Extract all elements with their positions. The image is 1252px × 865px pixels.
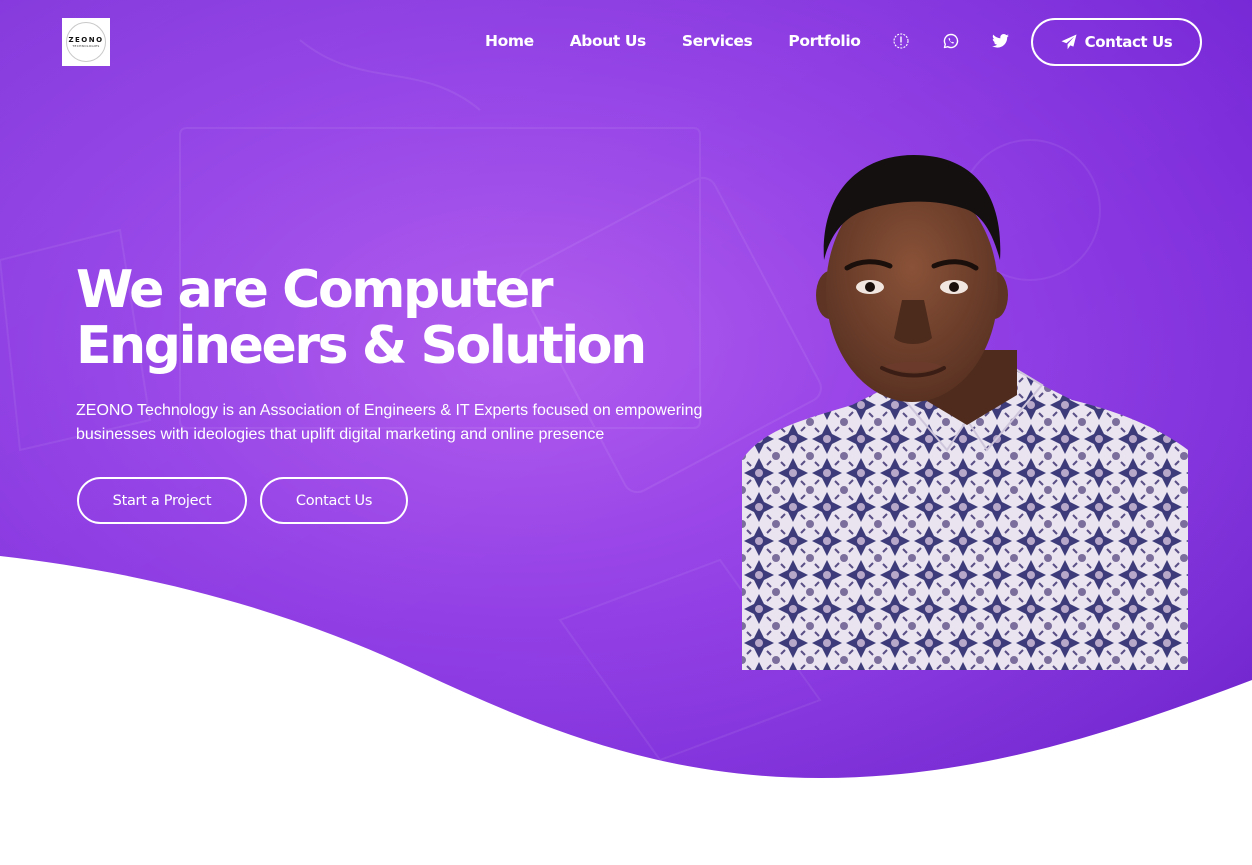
nav-portfolio-link[interactable]: Portfolio (788, 32, 861, 50)
main-nav: Home About Us Services Portfolio (485, 28, 1010, 54)
hero-section: ZEONO TECHNOLOGIES Home About Us Service… (0, 0, 1252, 865)
nav-home-link[interactable]: Home (485, 32, 534, 50)
logo-subtext: TECHNOLOGIES (72, 44, 100, 48)
hero-contact-button[interactable]: Contact Us (260, 477, 408, 524)
hero-contact-label: Contact Us (295, 492, 373, 509)
start-project-button[interactable]: Start a Project (77, 477, 247, 524)
twitter-icon[interactable] (992, 32, 1010, 50)
hero-title-line-1: We are Computer (76, 260, 553, 320)
hero-title: We are Computer Engineers & Solution (76, 262, 716, 374)
header-contact-button[interactable]: Contact Us (1031, 18, 1202, 66)
info-icon[interactable] (892, 32, 910, 50)
team-member-photo (742, 155, 1188, 670)
header-contact-label: Contact Us (1084, 33, 1173, 51)
hero-description: ZEONO Technology is an Association of En… (76, 402, 703, 443)
logo-text: ZEONO (68, 36, 104, 44)
logo-mark: ZEONO TECHNOLOGIES (66, 22, 106, 62)
hero-title-line-2: Engineers & Solution (76, 316, 647, 376)
start-project-label: Start a Project (112, 492, 212, 509)
paper-plane-icon (1061, 34, 1077, 50)
site-logo[interactable]: ZEONO TECHNOLOGIES (62, 18, 110, 66)
nav-about-link[interactable]: About Us (570, 32, 647, 50)
nav-services-link[interactable]: Services (682, 32, 753, 50)
whatsapp-icon[interactable] (942, 32, 960, 50)
